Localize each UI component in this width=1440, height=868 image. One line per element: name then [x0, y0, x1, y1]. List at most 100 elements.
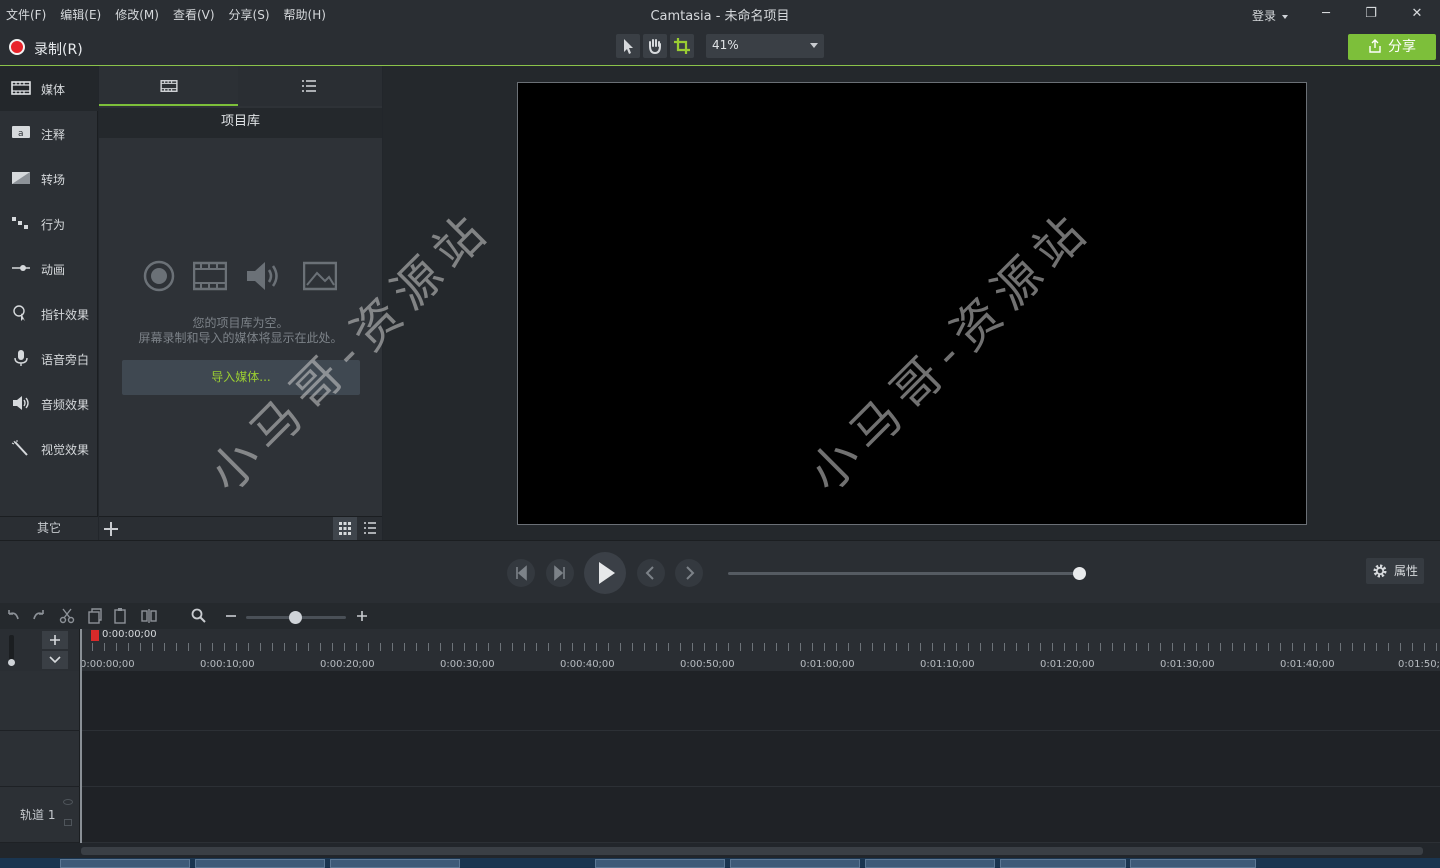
ruler-label: 0:01:50;00 [1398, 659, 1440, 670]
play-icon [599, 562, 615, 584]
track-lane[interactable] [81, 671, 1440, 731]
timeline-tracks[interactable] [81, 671, 1440, 843]
audio-media-icon [247, 262, 278, 290]
chevron-down-icon [49, 656, 61, 664]
scrubber-handle[interactable] [1073, 567, 1086, 580]
close-button[interactable]: ✕ [1407, 4, 1427, 24]
animation-icon [12, 265, 30, 271]
ruler-ticks [80, 643, 1440, 651]
taskbar-item[interactable] [1130, 859, 1256, 868]
timeline-ruler[interactable]: 0:00:00;00 0:00:00;00 0:00:10;00 0:00:20… [80, 629, 1440, 671]
chevron-down-icon [810, 43, 818, 48]
taskbar-item[interactable] [865, 859, 995, 868]
ruler-label: 0:01:20;00 [1040, 659, 1095, 670]
ruler-label: 0:00:40;00 [560, 659, 615, 670]
tab-media-bin[interactable] [99, 66, 238, 106]
sidebar-item-behaviors[interactable]: 行为 [0, 201, 98, 246]
track-lane[interactable] [81, 787, 1440, 843]
crop-tool-button[interactable] [670, 34, 694, 58]
step-forward-icon [554, 565, 565, 581]
sidebar-item-label: 转场 [41, 173, 66, 187]
taskbar-item[interactable] [595, 859, 725, 868]
bin-empty-line1: 您的项目库为空。 [192, 316, 289, 330]
paste-icon[interactable] [112, 607, 130, 625]
zoom-select[interactable]: 41% [706, 34, 824, 58]
play-button[interactable] [584, 552, 626, 594]
bin-title: 项目库 [99, 108, 382, 138]
copy-icon[interactable] [86, 607, 104, 625]
redo-icon[interactable] [30, 607, 48, 625]
film-icon [11, 81, 31, 95]
timeline-horizontal-scrollbar[interactable] [81, 847, 1423, 855]
sidebar-item-audio-effects[interactable]: 音频效果 [0, 381, 98, 426]
playhead-line [80, 629, 82, 843]
sidebar-more-button[interactable]: 其它 [0, 516, 98, 540]
grid-view-button[interactable] [333, 517, 357, 540]
crop-icon [674, 38, 690, 54]
zoom-in-icon[interactable] [353, 607, 371, 625]
next-clip-button[interactable] [675, 559, 703, 587]
cut-icon[interactable] [58, 607, 76, 625]
sidebar-item-label: 行为 [41, 218, 66, 232]
track-header-empty [0, 671, 80, 731]
sidebar-item-cursor-effects[interactable]: 指针效果 [0, 291, 98, 336]
add-button[interactable] [99, 517, 123, 541]
split-icon[interactable] [140, 607, 158, 625]
sidebar-item-animations[interactable]: 动画 [0, 246, 98, 291]
minimize-button[interactable]: ─ [1316, 4, 1336, 24]
track-lane[interactable] [81, 731, 1440, 787]
next-frame-button[interactable] [546, 559, 574, 587]
bin-empty-message: 您的项目库为空。 屏幕录制和导入的媒体将显示在此处。 [99, 316, 382, 346]
login-label: 登录 [1252, 9, 1277, 23]
tab-library[interactable] [239, 66, 378, 106]
playhead-handle[interactable] [91, 630, 99, 641]
collapse-tracks-button[interactable] [42, 651, 68, 669]
track-height-handle[interactable] [8, 659, 15, 666]
zoom-out-icon[interactable] [222, 607, 240, 625]
track-header-empty [0, 731, 80, 787]
add-track-button[interactable] [42, 631, 68, 649]
share-button[interactable]: 分享 [1348, 34, 1436, 60]
taskbar-item[interactable] [1000, 859, 1126, 868]
undo-icon[interactable] [4, 607, 22, 625]
minimize-icon: ─ [1322, 6, 1330, 21]
restore-button[interactable]: ❐ [1361, 4, 1381, 24]
cursor-effect-icon [13, 305, 25, 321]
chevron-right-icon [686, 566, 695, 580]
search-icon[interactable] [190, 607, 208, 625]
sidebar-item-transitions[interactable]: 转场 [0, 156, 98, 201]
import-media-button[interactable]: 导入媒体... [122, 360, 360, 395]
sidebar-item-annotations[interactable]: a 注释 [0, 111, 98, 156]
taskbar-item[interactable] [60, 859, 190, 868]
sidebar-item-label: 视觉效果 [41, 443, 90, 457]
track-name[interactable]: 轨道 1 [20, 806, 55, 823]
taskbar-item[interactable] [330, 859, 460, 868]
properties-button[interactable]: 属性 [1366, 558, 1424, 584]
sidebar-item-label: 音频效果 [41, 398, 90, 412]
pan-tool-button[interactable] [643, 34, 667, 58]
eye-icon[interactable] [63, 799, 73, 805]
annotation-icon: a [12, 126, 30, 139]
preview-canvas[interactable] [517, 82, 1307, 525]
taskbar-item[interactable] [195, 859, 325, 868]
properties-label: 属性 [1394, 564, 1419, 578]
login-button[interactable]: 登录 [1252, 7, 1288, 24]
timeline-zoom-handle[interactable] [289, 611, 302, 624]
sidebar-item-media[interactable]: 媒体 [0, 66, 98, 111]
sidebar-item-voice-narration[interactable]: 语音旁白 [0, 336, 98, 381]
video-media-icon [193, 261, 227, 291]
zoom-value: 41% [712, 38, 739, 52]
select-tool-button[interactable] [616, 34, 640, 58]
sidebar-item-visual-effects[interactable]: 视觉效果 [0, 426, 98, 471]
ruler-label: 0:01:10;00 [920, 659, 975, 670]
previous-clip-button[interactable] [637, 559, 665, 587]
ruler-label: 0:00:10;00 [200, 659, 255, 670]
lock-icon[interactable] [64, 819, 72, 826]
list-view-button[interactable] [358, 517, 382, 540]
previous-frame-button[interactable] [507, 559, 535, 587]
taskbar-item[interactable] [730, 859, 860, 868]
playback-scrubber[interactable] [728, 572, 1080, 575]
arrow-cursor-icon [624, 39, 633, 54]
ruler-label: 0:01:00;00 [800, 659, 855, 670]
bin-footer [99, 516, 382, 540]
